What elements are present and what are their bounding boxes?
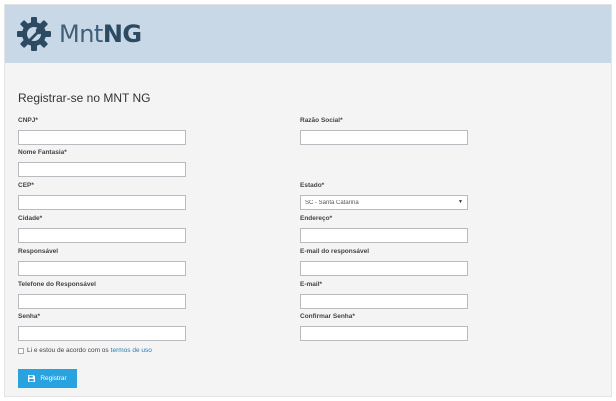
cep-group: CEP* — [18, 181, 186, 210]
senha-input[interactable] — [18, 326, 186, 341]
logo[interactable]: MntNG — [15, 15, 142, 53]
cnpj-label: CNPJ* — [18, 117, 38, 124]
senha-group: Senha* — [18, 312, 186, 341]
gear-wrench-icon — [17, 17, 51, 51]
razao-social-label: Razão Social* — [300, 117, 343, 124]
email-group: E-mail* — [300, 280, 468, 309]
email-input[interactable] — [300, 294, 468, 309]
confirmar-senha-label: Confirmar Senha* — [300, 313, 355, 320]
terms-checkbox[interactable] — [18, 347, 24, 354]
cep-label: CEP* — [18, 182, 34, 189]
logo-text: MntNG — [59, 20, 142, 48]
responsavel-label: Responsável — [18, 248, 59, 255]
telefone-responsavel-input[interactable] — [18, 294, 186, 309]
email-label: E-mail* — [300, 281, 323, 288]
responsavel-input[interactable] — [18, 261, 186, 276]
cep-input[interactable] — [18, 195, 186, 210]
register-label: Registrar — [40, 375, 67, 382]
confirmar-senha-group: Confirmar Senha* — [300, 312, 468, 341]
page-title: Registrar-se no MNT NG — [18, 91, 151, 105]
cnpj-group: CNPJ* — [18, 116, 186, 145]
terms-row: Li e estou de acordo com os termos de us… — [18, 347, 152, 354]
confirmar-senha-input[interactable] — [300, 326, 468, 341]
estado-select-wrap: SC - Santa Catarina ▼ — [300, 195, 468, 210]
endereco-label: Endereço* — [300, 215, 333, 222]
responsavel-group: Responsável — [18, 247, 186, 276]
cnpj-input[interactable] — [18, 130, 186, 145]
nome-fantasia-input[interactable] — [18, 162, 186, 177]
nome-fantasia-label: Nome Fantasia* — [18, 149, 67, 156]
page-frame: MntNG Registrar-se no MNT NG CNPJ* Razão… — [4, 4, 612, 397]
endereco-group: Endereço* — [300, 214, 468, 243]
endereco-input[interactable] — [300, 228, 468, 243]
save-icon — [28, 375, 36, 382]
estado-group: Estado* SC - Santa Catarina ▼ — [300, 181, 468, 210]
terms-link[interactable]: termos de uso — [111, 347, 152, 354]
cidade-group: Cidade* — [18, 214, 186, 243]
estado-label: Estado* — [300, 182, 325, 189]
email-responsavel-group: E-mail do responsável — [300, 247, 468, 276]
email-responsavel-label: E-mail do responsável — [300, 248, 369, 255]
header: MntNG — [5, 5, 611, 63]
razao-social-group: Razão Social* — [300, 116, 468, 145]
terms-text: Li e estou de acordo com os — [27, 347, 109, 354]
cidade-label: Cidade* — [18, 215, 43, 222]
nome-fantasia-group: Nome Fantasia* — [18, 148, 186, 177]
register-button[interactable]: Registrar — [18, 369, 77, 388]
cidade-input[interactable] — [18, 228, 186, 243]
estado-select[interactable]: SC - Santa Catarina — [300, 195, 468, 210]
razao-social-input[interactable] — [300, 130, 468, 145]
telefone-responsavel-group: Telefone do Responsável — [18, 280, 186, 309]
email-responsavel-input[interactable] — [300, 261, 468, 276]
senha-label: Senha* — [18, 313, 41, 320]
telefone-responsavel-label: Telefone do Responsável — [18, 281, 96, 288]
